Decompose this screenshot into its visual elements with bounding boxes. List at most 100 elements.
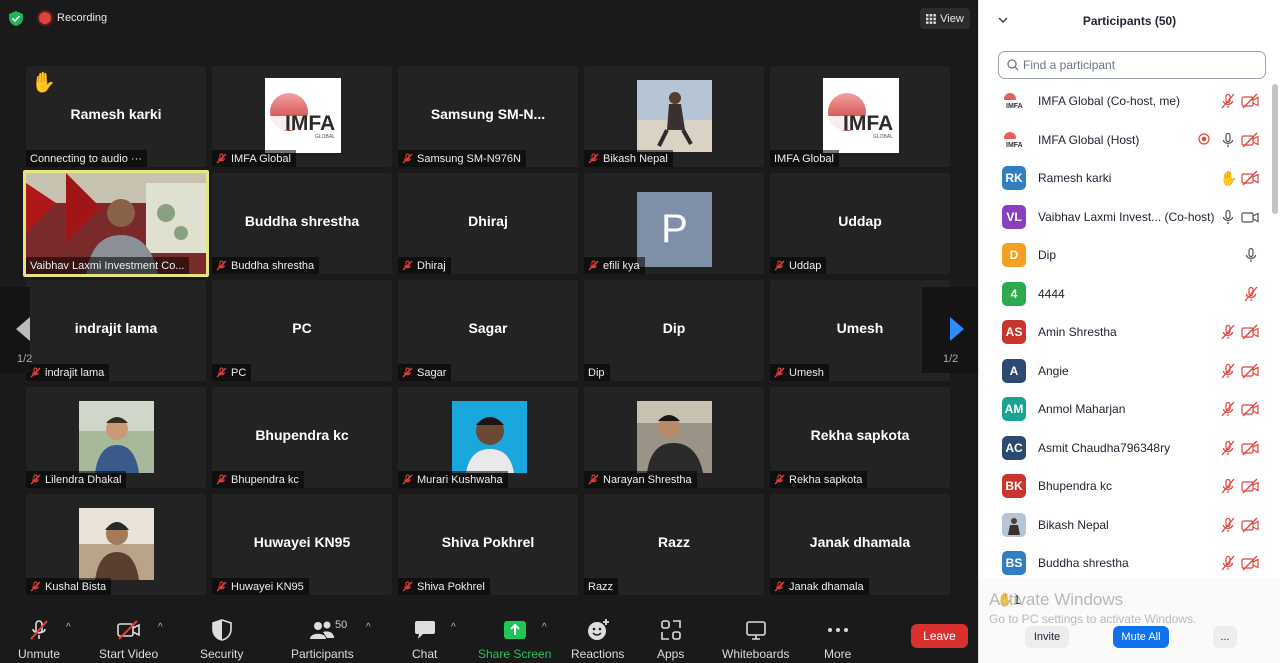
mic-off-icon[interactable]	[1220, 440, 1236, 456]
participant-name-label: Uddap	[770, 257, 827, 274]
participant-tile[interactable]: indrajit lama indrajit lama	[26, 280, 206, 381]
participant-tile[interactable]: Razz Razz	[584, 494, 764, 595]
participant-status	[1220, 478, 1236, 494]
mic-off-icon[interactable]	[1220, 555, 1236, 571]
video-off-icon[interactable]	[1241, 555, 1259, 571]
chat-options-caret[interactable]: ^	[451, 622, 456, 633]
panel-scrollbar[interactable]	[1272, 84, 1278, 214]
more-button[interactable]: More	[824, 618, 851, 661]
participant-row[interactable]: D Dip	[979, 236, 1271, 274]
mic-off-icon[interactable]	[1220, 93, 1236, 109]
participant-tile[interactable]: IMFA GLOBAL IMFA Global	[770, 66, 950, 167]
imfa-logo: IMFAGLOBAL	[265, 78, 341, 153]
participant-tile[interactable]: Lilendra Dhakal	[26, 387, 206, 488]
participant-row[interactable]: 4 4444	[979, 275, 1271, 313]
security-button[interactable]: Security	[200, 618, 243, 661]
mic-off-icon[interactable]	[1220, 478, 1236, 494]
share-options-caret[interactable]: ^	[542, 622, 547, 633]
participant-tile[interactable]: Sagar Sagar	[398, 280, 578, 381]
video-off-icon[interactable]	[1241, 478, 1259, 494]
participant-row[interactable]: Bikash Nepal	[979, 506, 1271, 544]
participant-row[interactable]: AC Asmit Chaudha796348ry	[979, 429, 1271, 467]
participant-name-label: Kushal Bista	[26, 578, 112, 595]
participant-tile[interactable]: Dip Dip	[584, 280, 764, 381]
participant-tile[interactable]: Dhiraj Dhiraj	[398, 173, 578, 274]
apps-button[interactable]: Apps	[657, 618, 684, 661]
participant-tile[interactable]: Murari Kushwaha	[398, 387, 578, 488]
mic-off-icon[interactable]	[1243, 286, 1259, 302]
participant-tile[interactable]: PC PC	[212, 280, 392, 381]
find-participant-input[interactable]: Find a participant	[998, 51, 1266, 79]
raised-hand-icon[interactable]: ✋	[1220, 170, 1237, 187]
participant-tile[interactable]: Bikash Nepal	[584, 66, 764, 167]
start-video-button[interactable]: Start Video	[99, 618, 158, 661]
participant-tile[interactable]: Bhupendra kc Bhupendra kc	[212, 387, 392, 488]
participant-row[interactable]: IMFA IMFA Global (Host)	[979, 121, 1271, 159]
previous-page-icon[interactable]	[10, 314, 40, 344]
video-off-icon[interactable]	[1241, 363, 1259, 379]
participant-tile[interactable]: Pefili kya	[584, 173, 764, 274]
video-off-icon[interactable]	[1241, 401, 1259, 417]
participant-list[interactable]: IMFA IMFA Global (Co-host, me) IMFA IMFA Gl…	[979, 82, 1271, 576]
shield-check-icon[interactable]	[9, 11, 23, 26]
recording-indicator[interactable]: Recording	[39, 12, 107, 24]
audio-options-caret[interactable]: ^	[66, 622, 71, 633]
next-page-icon[interactable]	[940, 314, 970, 344]
video-options-caret[interactable]: ^	[158, 622, 163, 633]
participant-row[interactable]: BS Buddha shrestha	[979, 544, 1271, 576]
video-off-icon[interactable]	[1241, 517, 1259, 533]
mic-icon[interactable]	[1243, 247, 1259, 263]
video-off-icon[interactable]	[1241, 170, 1259, 186]
mic-off-icon[interactable]	[1220, 517, 1236, 533]
imfa-logo: IMFAGLOBAL	[823, 78, 899, 153]
participant-tile[interactable]: Rekha sapkota Rekha sapkota	[770, 387, 950, 488]
mic-off-icon[interactable]	[1220, 324, 1236, 340]
whiteboards-button[interactable]: Whiteboards	[722, 618, 789, 661]
participant-tile[interactable]: Janak dhamala Janak dhamala	[770, 494, 950, 595]
participant-tile[interactable]: Narayan Shrestha	[584, 387, 764, 488]
participant-tile[interactable]: Vaibhav Laxmi Investment Co...	[23, 170, 209, 277]
mic-off-icon[interactable]	[1220, 401, 1236, 417]
share-screen-button[interactable]: Share Screen	[478, 618, 551, 661]
invite-button[interactable]: Invite	[1025, 626, 1069, 648]
video-off-icon[interactable]	[1241, 440, 1259, 456]
page-indicator-left: 1/2	[17, 353, 33, 365]
mic-off-icon[interactable]	[1220, 363, 1236, 379]
video-off-icon[interactable]	[1241, 93, 1259, 109]
participant-tile[interactable]: IMFA GLOBAL IMFA Global	[212, 66, 392, 167]
panel-more-button[interactable]: ...	[1213, 626, 1237, 648]
participant-row[interactable]: RK Ramesh karki ✋	[979, 159, 1271, 197]
video-off-icon[interactable]	[1241, 132, 1259, 148]
participant-row[interactable]: BK Bhupendra kc	[979, 467, 1271, 505]
chat-label: Chat	[412, 647, 438, 661]
participant-tile[interactable]: Kushal Bista	[26, 494, 206, 595]
participant-row[interactable]: IMFA IMFA Global (Co-host, me)	[979, 82, 1271, 120]
participant-tile[interactable]: Huwayei KN95 Huwayei KN95	[212, 494, 392, 595]
participant-row[interactable]: VL Vaibhav Laxmi Invest... (Co-host)	[979, 198, 1271, 236]
participant-tile[interactable]: Buddha shrestha Buddha shrestha	[212, 173, 392, 274]
participant-tile[interactable]: Shiva Pokhrel Shiva Pokhrel	[398, 494, 578, 595]
participant-row[interactable]: A Angie	[979, 352, 1271, 390]
svg-text:GLOBAL: GLOBAL	[873, 134, 893, 140]
participant-tile[interactable]: Uddap Uddap	[770, 173, 950, 274]
participant-name-label: Dip	[584, 364, 610, 381]
participant-display-name: Razz	[658, 534, 690, 550]
participant-row[interactable]: AM Anmol Maharjan	[979, 390, 1271, 428]
mic-icon[interactable]	[1220, 209, 1236, 225]
view-button[interactable]: View	[920, 8, 970, 29]
windows-watermark-title: Activate Windows	[989, 590, 1124, 609]
video-off-icon[interactable]	[1241, 324, 1259, 340]
recording-label: Recording	[57, 12, 108, 24]
participant-tile[interactable]: ✋ Ramesh karki Connecting to audio ···	[26, 66, 206, 167]
chat-button[interactable]: Chat	[412, 618, 437, 661]
video-icon[interactable]	[1241, 209, 1259, 225]
mute-all-button[interactable]: Mute All	[1113, 626, 1169, 648]
unmute-button[interactable]: Unmute	[18, 618, 60, 661]
participant-label-text: Dhiraj	[417, 259, 446, 272]
reactions-button[interactable]: Reactions	[571, 618, 624, 661]
participant-tile[interactable]: Samsung SM-N... Samsung SM-N976N	[398, 66, 578, 167]
participant-row[interactable]: AS Amin Shrestha	[979, 313, 1271, 351]
mic-icon[interactable]	[1220, 132, 1236, 148]
leave-button[interactable]: Leave	[911, 624, 968, 648]
participants-options-caret[interactable]: ^	[366, 622, 371, 633]
